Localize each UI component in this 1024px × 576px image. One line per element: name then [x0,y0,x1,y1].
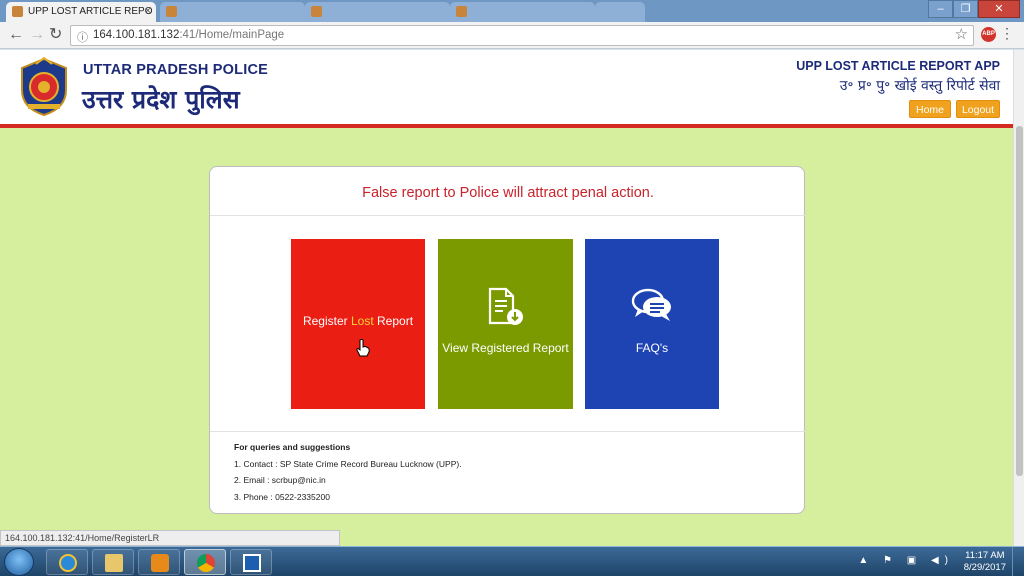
home-button[interactable]: Home [909,100,951,118]
clock-date: 8/29/2017 [963,562,1006,573]
scrollbar-thumb[interactable] [1016,126,1023,476]
site-info-icon[interactable]: ⓘ [77,29,88,45]
page-viewport: UTTAR PRADESH POLICE उत्तर प्रदेश पुलिस … [0,50,1013,546]
app-name-english: UPP LOST ARTICLE REPORT APP [796,59,1000,73]
tab-background-3[interactable] [450,2,595,22]
back-arrow-icon[interactable]: ← [8,26,24,44]
remote-app-icon[interactable] [230,549,272,575]
phone-line: 3. Phone : 0522-2335200 [234,491,330,502]
penal-warning: False report to Police will attract pena… [362,185,654,201]
email-line: 2. Email : scrbup@nic.in [234,475,326,485]
up-police-emblem-icon [21,56,67,117]
tab-background-2[interactable] [305,2,450,22]
window-controls: – ❐ ✕ [928,0,1020,18]
tab-favicon-icon [311,6,322,17]
faq-tile-label: FAQ's [635,341,669,355]
tab-favicon-icon [166,6,177,17]
url-path: :41/Home/mainPage [179,29,285,41]
view-tile-label: View Registered Report [442,341,569,355]
faq-tile[interactable]: FAQ's [585,239,719,409]
tab-favicon-icon [456,6,467,17]
start-button[interactable] [4,548,34,576]
link-status-bar: 164.100.181.132:41/Home/RegisterLR [0,530,340,546]
contact-line: 1. Contact : SP State Crime Record Burea… [234,458,462,469]
reload-icon[interactable]: ↻ [49,26,62,44]
media-player-icon[interactable] [138,549,180,575]
logout-button[interactable]: Logout [956,100,1000,118]
brand-name-english: UTTAR PRADESH POLICE [83,62,268,78]
upp-favicon-icon [12,6,23,17]
register-lost-report-tile[interactable]: Register Lost Report [291,239,425,409]
card-divider [210,215,806,216]
browser-tab-strip: UPP LOST ARTICLE REPO × – ❐ ✕ [0,0,1024,22]
new-tab-button[interactable] [595,2,645,22]
document-download-icon [488,287,523,325]
windows-taskbar: ▲ ⚑ ▣ ◀) 11:17 AM 8/29/2017 [0,546,1024,576]
header-divider [0,124,1013,128]
adblock-extension-icon[interactable]: ABP [981,27,996,42]
clock-time: 11:17 AM [965,550,1005,561]
browser-menu-icon[interactable]: ⋮ [1000,25,1014,42]
tab-close-icon[interactable]: × [145,5,151,17]
queries-title: For queries and suggestions [234,442,351,452]
window-close-icon[interactable]: ✕ [978,0,1020,18]
bookmark-star-icon[interactable]: ☆ [955,25,968,43]
file-explorer-icon[interactable] [92,549,134,575]
queries-section: For queries and suggestions 1. Contact :… [234,439,462,505]
address-bar[interactable]: ⓘ 164.100.181.132:41/Home/mainPage [70,25,974,46]
tab-upp-lost-article[interactable]: UPP LOST ARTICLE REPO × [6,2,156,22]
restore-icon[interactable]: ❐ [953,0,978,18]
chrome-icon[interactable] [184,549,226,575]
tab-title: UPP LOST ARTICLE REPO [28,6,153,17]
system-tray[interactable]: ▲ ⚑ ▣ ◀) [858,555,954,566]
internet-explorer-icon[interactable] [46,549,88,575]
register-tile-label: Register Lost Report [302,314,414,328]
cursor-hand-icon [356,339,370,357]
brand-name-hindi: उत्तर प्रदेश पुलिस [82,85,240,114]
chat-bubbles-icon [631,288,671,321]
main-card: False report to Police will attract pena… [209,166,806,514]
taskbar-clock[interactable]: 11:17 AM 8/29/2017 [964,550,1006,574]
browser-toolbar: ← → ↻ ⓘ 164.100.181.132:41/Home/mainPage… [0,22,1024,49]
card-divider [210,431,806,432]
app-name-hindi: उ॰ प्र॰ पु॰ खोई वस्तु रिपोर्ट सेवा [839,78,1000,94]
forward-arrow-icon[interactable]: → [29,26,45,44]
show-desktop-button[interactable] [1012,547,1024,576]
page-scrollbar[interactable] [1013,50,1024,546]
tab-background-1[interactable] [160,2,305,22]
site-header: UTTAR PRADESH POLICE उत्तर प्रदेश पुलिस … [0,50,1013,124]
url-host: 164.100.181.132 [93,29,180,41]
view-registered-report-tile[interactable]: View Registered Report [438,239,573,409]
minimize-icon[interactable]: – [928,0,953,18]
